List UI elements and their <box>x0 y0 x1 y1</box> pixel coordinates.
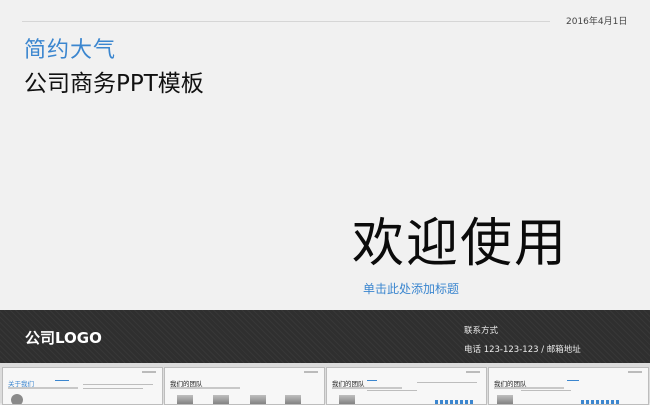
thumbnail-text-line <box>170 387 240 389</box>
thumbnail-text-line <box>417 382 477 383</box>
thumbnail-photo <box>250 395 266 404</box>
thumbnail-page-marker <box>466 371 480 373</box>
thumbnail-page-marker <box>628 371 642 373</box>
company-logo[interactable]: 公司LOGO <box>25 327 102 348</box>
thumbnail-page-marker <box>304 371 318 373</box>
top-divider <box>22 21 550 22</box>
main-slide: 2016年4月1日 简约大气 公司商务PPT模板 欢迎使用 单击此处添加标题 <box>0 0 650 310</box>
thumbnail-accent-line <box>55 380 69 381</box>
slide-date: 2016年4月1日 <box>566 17 628 27</box>
welcome-heading[interactable]: 欢迎使用 <box>352 218 568 270</box>
thumbnail-accent-line <box>567 380 579 381</box>
subtitle-placeholder[interactable]: 单击此处添加标题 <box>363 280 459 297</box>
thumbnail-photo <box>339 395 355 404</box>
thumbnail-photo <box>285 395 301 404</box>
thumbnail-text-line <box>332 387 402 389</box>
slide-thumbnail-3[interactable]: 我们的团队 <box>326 367 487 405</box>
thumbnail-text-line <box>8 387 78 389</box>
contact-label[interactable]: 联系方式 <box>464 324 498 336</box>
slide-title-line1[interactable]: 简约大气 <box>24 32 116 64</box>
slide-thumbnail-4[interactable]: 我们的团队 <box>488 367 649 405</box>
thumbnail-text-line <box>83 388 143 389</box>
slide-thumbnail-1[interactable]: 关于我们 <box>2 367 163 405</box>
contact-info[interactable]: 电话 123-123-123 / 邮箱地址 <box>464 343 581 355</box>
thumbnail-photo <box>177 395 193 404</box>
thumbnail-page-marker <box>142 371 156 373</box>
thumbnail-text-line <box>83 384 153 385</box>
thumbnail-photo <box>11 394 23 404</box>
thumbnail-photo <box>497 395 513 404</box>
thumbnail-text-line <box>494 387 564 389</box>
slide-title-line2[interactable]: 公司商务PPT模板 <box>24 64 204 98</box>
slide-thumbnail-2[interactable]: 我们的团队 <box>164 367 325 405</box>
thumbnail-text-line <box>521 390 571 391</box>
thumbnail-accent-line <box>367 380 377 381</box>
slide-footer: 公司LOGO 联系方式 电话 123-123-123 / 邮箱地址 <box>0 310 650 363</box>
slide-thumbnail-strip: 关于我们 我们的团队 我们的团队 我们的团队 <box>0 363 650 405</box>
thumbnail-text-line <box>367 390 417 391</box>
thumbnail-photo <box>213 395 229 404</box>
